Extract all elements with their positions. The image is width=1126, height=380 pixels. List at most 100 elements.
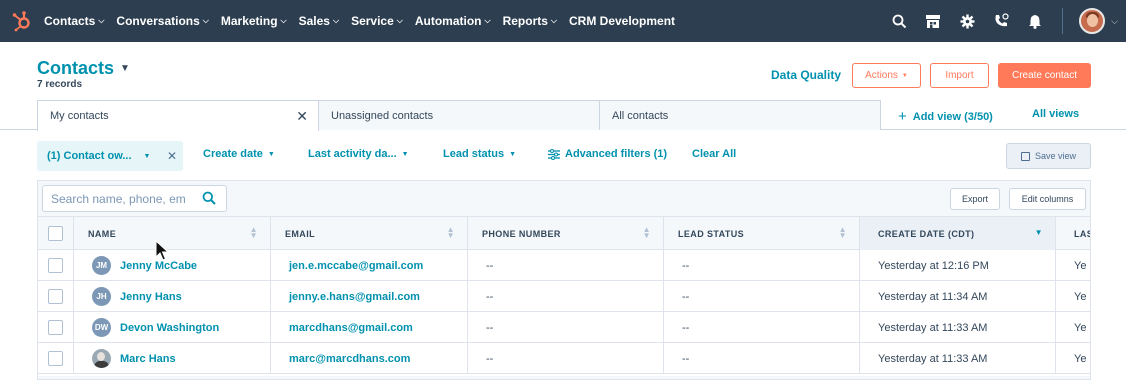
mouse-cursor-icon xyxy=(155,239,170,267)
nav-reports[interactable]: Reports ⌵ xyxy=(503,14,557,28)
contact-create-date: Yesterday at 11:33 AM xyxy=(860,343,1056,374)
caret-down-icon: ▼ xyxy=(120,63,130,74)
column-header-last[interactable]: LAS xyxy=(1056,217,1090,250)
create-date-filter[interactable]: Create date ▼ xyxy=(203,148,275,160)
table-row[interactable]: DW Devon Washington marcdhans@gmail.com -… xyxy=(38,312,1090,343)
search-box[interactable] xyxy=(42,185,227,212)
tab-my-contacts[interactable]: My contacts ✕ xyxy=(37,100,319,131)
contact-email[interactable]: marcdhans@gmail.com xyxy=(271,312,468,343)
clear-all-link[interactable]: Clear All xyxy=(692,148,736,160)
avatar: JM xyxy=(92,256,111,275)
contact-name[interactable]: Marc Hans xyxy=(74,343,271,374)
marketplace-icon[interactable] xyxy=(924,12,942,30)
nav-automation[interactable]: Automation ⌵ xyxy=(415,14,491,28)
nav-marketing[interactable]: Marketing ⌵ xyxy=(221,14,287,28)
filter-sliders-icon xyxy=(548,148,560,160)
sort-icon[interactable]: ▲ ▼ xyxy=(643,226,651,240)
nav-service[interactable]: Service ⌵ xyxy=(351,14,403,28)
contact-phone: -- xyxy=(468,343,664,374)
last-activity-date-filter[interactable]: Last activity da... ▼ xyxy=(308,148,409,160)
nav-divider xyxy=(1062,8,1064,34)
chevron-down-icon: ⌵ xyxy=(332,16,340,25)
nav-utilities: ⌵ xyxy=(874,0,1126,42)
chevron-down-icon: ⌵ xyxy=(202,16,209,25)
chevron-down-icon[interactable]: ⌵ xyxy=(1111,16,1118,27)
contact-phone: -- xyxy=(468,312,664,343)
select-all-checkbox[interactable] xyxy=(48,226,63,241)
contact-email[interactable]: jen.e.mccabe@gmail.com xyxy=(271,250,468,281)
avatar: DW xyxy=(92,318,111,337)
advanced-filters-button[interactable]: Advanced filters (1) xyxy=(548,148,667,160)
contact-owner-filter[interactable]: (1) Contact ow... ▼ ✕ xyxy=(37,141,183,171)
import-button[interactable]: Import xyxy=(930,63,989,88)
caret-down-icon: ▼ xyxy=(901,72,908,79)
nav-crm-development[interactable]: CRM Development xyxy=(569,14,675,28)
top-navigation-bar: Contacts ⌵ Conversations ⌵ Marketing ⌵ Sale… xyxy=(0,0,1126,42)
create-contact-button[interactable]: Create contact xyxy=(998,63,1091,88)
close-icon[interactable]: ✕ xyxy=(167,149,177,163)
page-title[interactable]: Contacts ▼ xyxy=(37,58,130,79)
sort-descending-icon[interactable]: ▼ xyxy=(1035,229,1043,237)
column-header-email[interactable]: EMAIL ▲ ▼ xyxy=(271,217,468,250)
contact-create-date: Yesterday at 11:33 AM xyxy=(860,312,1056,343)
contact-lead-status: -- xyxy=(664,343,860,374)
user-avatar[interactable] xyxy=(1079,8,1106,34)
avatar: JH xyxy=(92,287,111,306)
column-header-create-date[interactable]: CREATE DATE (CDT) ▼ xyxy=(860,217,1056,250)
save-view-button[interactable]: Save view xyxy=(1006,143,1091,169)
contact-phone: -- xyxy=(468,250,664,281)
nav-sales[interactable]: Sales ⌵ xyxy=(299,14,339,28)
tab-unassigned-contacts[interactable]: Unassigned contacts xyxy=(318,100,600,130)
edit-columns-button[interactable]: Edit columns xyxy=(1009,188,1086,210)
row-checkbox[interactable] xyxy=(48,289,63,304)
hubspot-logo-icon[interactable] xyxy=(10,9,34,33)
sort-icon[interactable]: ▲ ▼ xyxy=(250,226,258,240)
contact-last-activity: Ye xyxy=(1074,259,1087,272)
data-quality-link[interactable]: Data Quality xyxy=(771,68,841,82)
add-view-button[interactable]: + Add view (3/50) xyxy=(898,108,993,125)
all-views-link[interactable]: All views xyxy=(1032,108,1079,120)
column-header-name[interactable]: NAME ▲ ▼ xyxy=(74,217,271,250)
contact-name[interactable]: JH Jenny Hans xyxy=(74,281,271,312)
contact-last-activity: Ye xyxy=(1074,352,1087,365)
contacts-table: NAME ▲ ▼ EMAIL ▲ ▼ PHONE NUMBER ▲ ▼ LEAD STATU… xyxy=(38,216,1090,376)
row-checkbox[interactable] xyxy=(48,320,63,335)
contact-email[interactable]: jenny.e.hans@gmail.com xyxy=(271,281,468,312)
search-icon[interactable] xyxy=(890,12,908,30)
sort-icon[interactable]: ▲ ▼ xyxy=(447,226,455,240)
nav-conversations[interactable]: Conversations ⌵ xyxy=(116,14,208,28)
table-row[interactable]: Marc Hans marc@marcdhans.com -- -- Yeste… xyxy=(38,343,1090,374)
caret-down-icon: ▼ xyxy=(143,152,151,160)
notifications-bell-icon[interactable] xyxy=(1026,12,1044,30)
row-checkbox[interactable] xyxy=(48,258,63,273)
contact-lead-status: -- xyxy=(664,312,860,343)
column-header-phone-number[interactable]: PHONE NUMBER ▲ ▼ xyxy=(468,217,664,250)
chevron-down-icon: ⌵ xyxy=(98,16,105,25)
contact-email[interactable]: marc@marcdhans.com xyxy=(271,343,468,374)
row-checkbox[interactable] xyxy=(48,351,63,366)
sort-icon[interactable]: ▲ ▼ xyxy=(839,226,847,240)
table-row[interactable]: JM Jenny McCabe jen.e.mccabe@gmail.com --… xyxy=(38,250,1090,281)
chevron-down-icon: ⌵ xyxy=(280,16,287,25)
search-input[interactable] xyxy=(51,191,196,206)
close-icon[interactable]: ✕ xyxy=(296,108,308,125)
tab-all-contacts[interactable]: All contacts xyxy=(599,100,881,130)
settings-gear-icon[interactable] xyxy=(958,12,976,30)
lead-status-filter[interactable]: Lead status ▼ xyxy=(443,148,516,160)
select-all-header xyxy=(38,217,74,250)
calling-icon[interactable] xyxy=(992,12,1010,30)
contact-name[interactable]: JM Jenny McCabe xyxy=(74,250,271,281)
contact-name[interactable]: DW Devon Washington xyxy=(74,312,271,343)
save-icon xyxy=(1020,151,1030,161)
table-row[interactable]: JH Jenny Hans jenny.e.hans@gmail.com -- -… xyxy=(38,281,1090,312)
column-header-lead-status[interactable]: LEAD STATUS ▲ ▼ xyxy=(664,217,860,250)
table-header: NAME ▲ ▼ EMAIL ▲ ▼ PHONE NUMBER ▲ ▼ LEAD STATU… xyxy=(38,216,1090,250)
export-button[interactable]: Export xyxy=(950,188,1000,210)
caret-down-icon: ▼ xyxy=(401,150,409,158)
contact-phone: -- xyxy=(468,281,664,312)
avatar xyxy=(92,349,111,368)
nav-contacts[interactable]: Contacts ⌵ xyxy=(44,14,104,28)
actions-button[interactable]: Actions ▼ xyxy=(852,63,921,88)
record-count: 7 records xyxy=(37,79,83,90)
search-icon[interactable] xyxy=(202,191,216,210)
